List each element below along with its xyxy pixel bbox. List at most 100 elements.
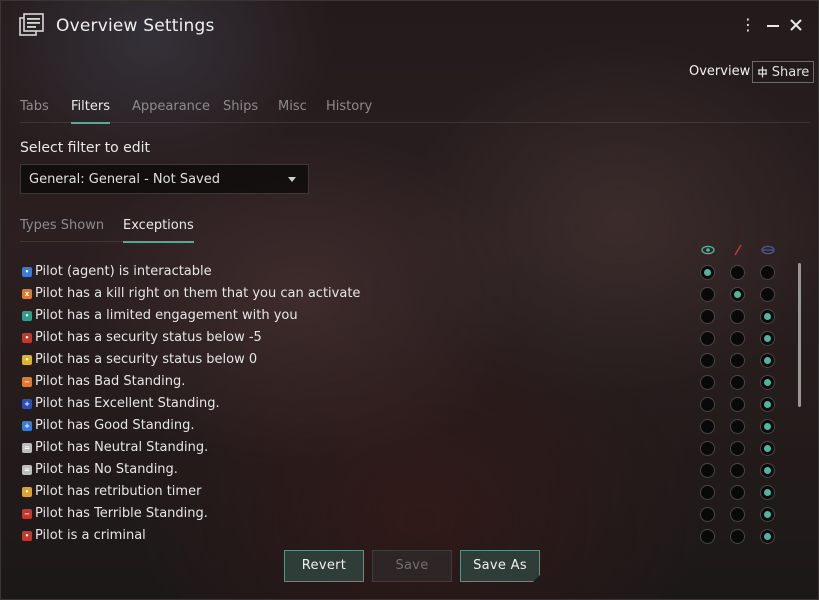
radio-ignore[interactable] xyxy=(760,309,775,324)
overview-settings-window: Overview Settings ⋮ Overview Share Tabs … xyxy=(0,0,819,600)
exception-row: • Pilot has a security status below 0 xyxy=(20,350,800,372)
radio-show[interactable] xyxy=(700,331,715,346)
exception-label: Pilot has a kill right on them that you … xyxy=(35,286,361,301)
radio-ignore[interactable] xyxy=(760,463,775,478)
window-title: Overview Settings xyxy=(56,16,215,36)
exception-label: Pilot (agent) is interactable xyxy=(35,264,212,279)
share-button[interactable]: Share xyxy=(752,61,814,83)
exception-row: • Pilot has a security status below -5 xyxy=(20,328,800,350)
radio-ignore[interactable] xyxy=(760,353,775,368)
standing-icon: = xyxy=(22,465,32,475)
radio-show[interactable] xyxy=(700,375,715,390)
radio-show[interactable] xyxy=(700,463,715,478)
exception-label: Pilot has Good Standing. xyxy=(35,418,195,433)
eye-icon xyxy=(701,245,715,255)
radio-show[interactable] xyxy=(700,265,715,280)
radio-hide[interactable] xyxy=(730,485,745,500)
exception-row: − Pilot has Terrible Standing. xyxy=(20,504,800,526)
exception-row: = Pilot has Neutral Standing. xyxy=(20,438,800,460)
close-icon[interactable] xyxy=(786,15,806,35)
save-as-button[interactable]: Save As xyxy=(460,550,540,582)
radio-ignore[interactable] xyxy=(760,265,775,280)
radio-hide[interactable] xyxy=(730,441,745,456)
exception-label: Pilot has a limited engagement with you xyxy=(35,308,298,323)
radio-show[interactable] xyxy=(700,419,715,434)
exception-label: Pilot has a security status below 0 xyxy=(35,352,258,367)
radio-hide[interactable] xyxy=(730,507,745,522)
radio-show[interactable] xyxy=(700,353,715,368)
minimize-icon[interactable] xyxy=(763,15,783,35)
select-filter-label: Select filter to edit xyxy=(20,140,151,156)
exceptions-list: • Pilot (agent) is interactable x Pilot has… xyxy=(20,262,800,544)
radio-show[interactable] xyxy=(700,309,715,324)
radio-hide[interactable] xyxy=(730,397,745,412)
exception-label: Pilot has Excellent Standing. xyxy=(35,396,220,411)
radio-hide[interactable] xyxy=(730,287,745,302)
tab-filters[interactable]: Filters xyxy=(71,99,110,124)
radio-hide[interactable] xyxy=(730,375,745,390)
standing-icon: + xyxy=(22,399,32,409)
standing-icon: + xyxy=(22,421,32,431)
filter-dropdown[interactable]: General: General - Not Saved xyxy=(20,164,309,194)
tab-ships[interactable]: Ships xyxy=(223,99,258,123)
overview-link[interactable]: Overview xyxy=(689,64,750,79)
standing-icon: • xyxy=(22,267,32,277)
radio-ignore[interactable] xyxy=(760,375,775,390)
standing-icon: x xyxy=(22,289,32,299)
radio-ignore[interactable] xyxy=(760,397,775,412)
radio-hide[interactable] xyxy=(730,265,745,280)
share-label: Share xyxy=(771,64,810,80)
radio-ignore[interactable] xyxy=(760,485,775,500)
radio-hide[interactable] xyxy=(730,529,745,544)
radio-show[interactable] xyxy=(700,287,715,302)
radio-hide[interactable] xyxy=(730,309,745,324)
tab-tabs[interactable]: Tabs xyxy=(20,99,49,123)
exception-row: − Pilot has Bad Standing. xyxy=(20,372,800,394)
filter-dropdown-value: General: General - Not Saved xyxy=(29,172,221,187)
slash-icon xyxy=(734,244,742,256)
radio-hide[interactable] xyxy=(730,331,745,346)
exception-label: Pilot has No Standing. xyxy=(35,462,178,477)
standing-icon: • xyxy=(22,355,32,365)
radio-ignore[interactable] xyxy=(760,331,775,346)
exception-label: Pilot has Bad Standing. xyxy=(35,374,186,389)
exception-row: = Pilot has No Standing. xyxy=(20,460,800,482)
exception-label: Pilot has Terrible Standing. xyxy=(35,506,208,521)
share-icon xyxy=(757,66,767,78)
exception-label: Pilot has a security status below -5 xyxy=(35,330,262,345)
tab-exceptions[interactable]: Exceptions xyxy=(123,218,194,243)
scrollbar[interactable] xyxy=(798,263,801,407)
chevron-down-icon xyxy=(288,177,296,182)
radio-ignore[interactable] xyxy=(760,529,775,544)
radio-ignore[interactable] xyxy=(760,507,775,522)
radio-ignore[interactable] xyxy=(760,419,775,434)
tab-misc[interactable]: Misc xyxy=(278,99,307,123)
exception-row: + Pilot has Good Standing. xyxy=(20,416,800,438)
settings-tabs: Tabs Filters Appearance Ships Misc Histo… xyxy=(20,99,810,124)
tab-history[interactable]: History xyxy=(326,99,372,123)
exception-row: • Pilot has a limited engagement with you xyxy=(20,306,800,328)
radio-show[interactable] xyxy=(700,397,715,412)
tab-appearance[interactable]: Appearance xyxy=(132,99,210,123)
radio-hide[interactable] xyxy=(730,419,745,434)
radio-show[interactable] xyxy=(700,507,715,522)
radio-show[interactable] xyxy=(700,529,715,544)
tab-types-shown[interactable]: Types Shown xyxy=(20,218,104,242)
standing-icon: • xyxy=(22,531,32,541)
exception-row: • Pilot has retribution timer xyxy=(20,482,800,504)
kebab-menu-icon[interactable]: ⋮ xyxy=(738,15,758,35)
exception-label: Pilot has Neutral Standing. xyxy=(35,440,209,455)
exception-row: • Pilot (agent) is interactable xyxy=(20,262,800,284)
exception-label: Pilot is a criminal xyxy=(35,528,146,543)
save-button[interactable]: Save xyxy=(372,550,452,582)
radio-ignore[interactable] xyxy=(760,287,775,302)
radio-hide[interactable] xyxy=(730,353,745,368)
radio-hide[interactable] xyxy=(730,463,745,478)
revert-button[interactable]: Revert xyxy=(284,550,364,582)
radio-show[interactable] xyxy=(700,485,715,500)
window-header[interactable]: Overview Settings ⋮ xyxy=(1,1,819,53)
sub-tabs-divider xyxy=(20,241,188,242)
radio-show[interactable] xyxy=(700,441,715,456)
radio-ignore[interactable] xyxy=(760,441,775,456)
eye-closed-icon xyxy=(761,245,775,255)
